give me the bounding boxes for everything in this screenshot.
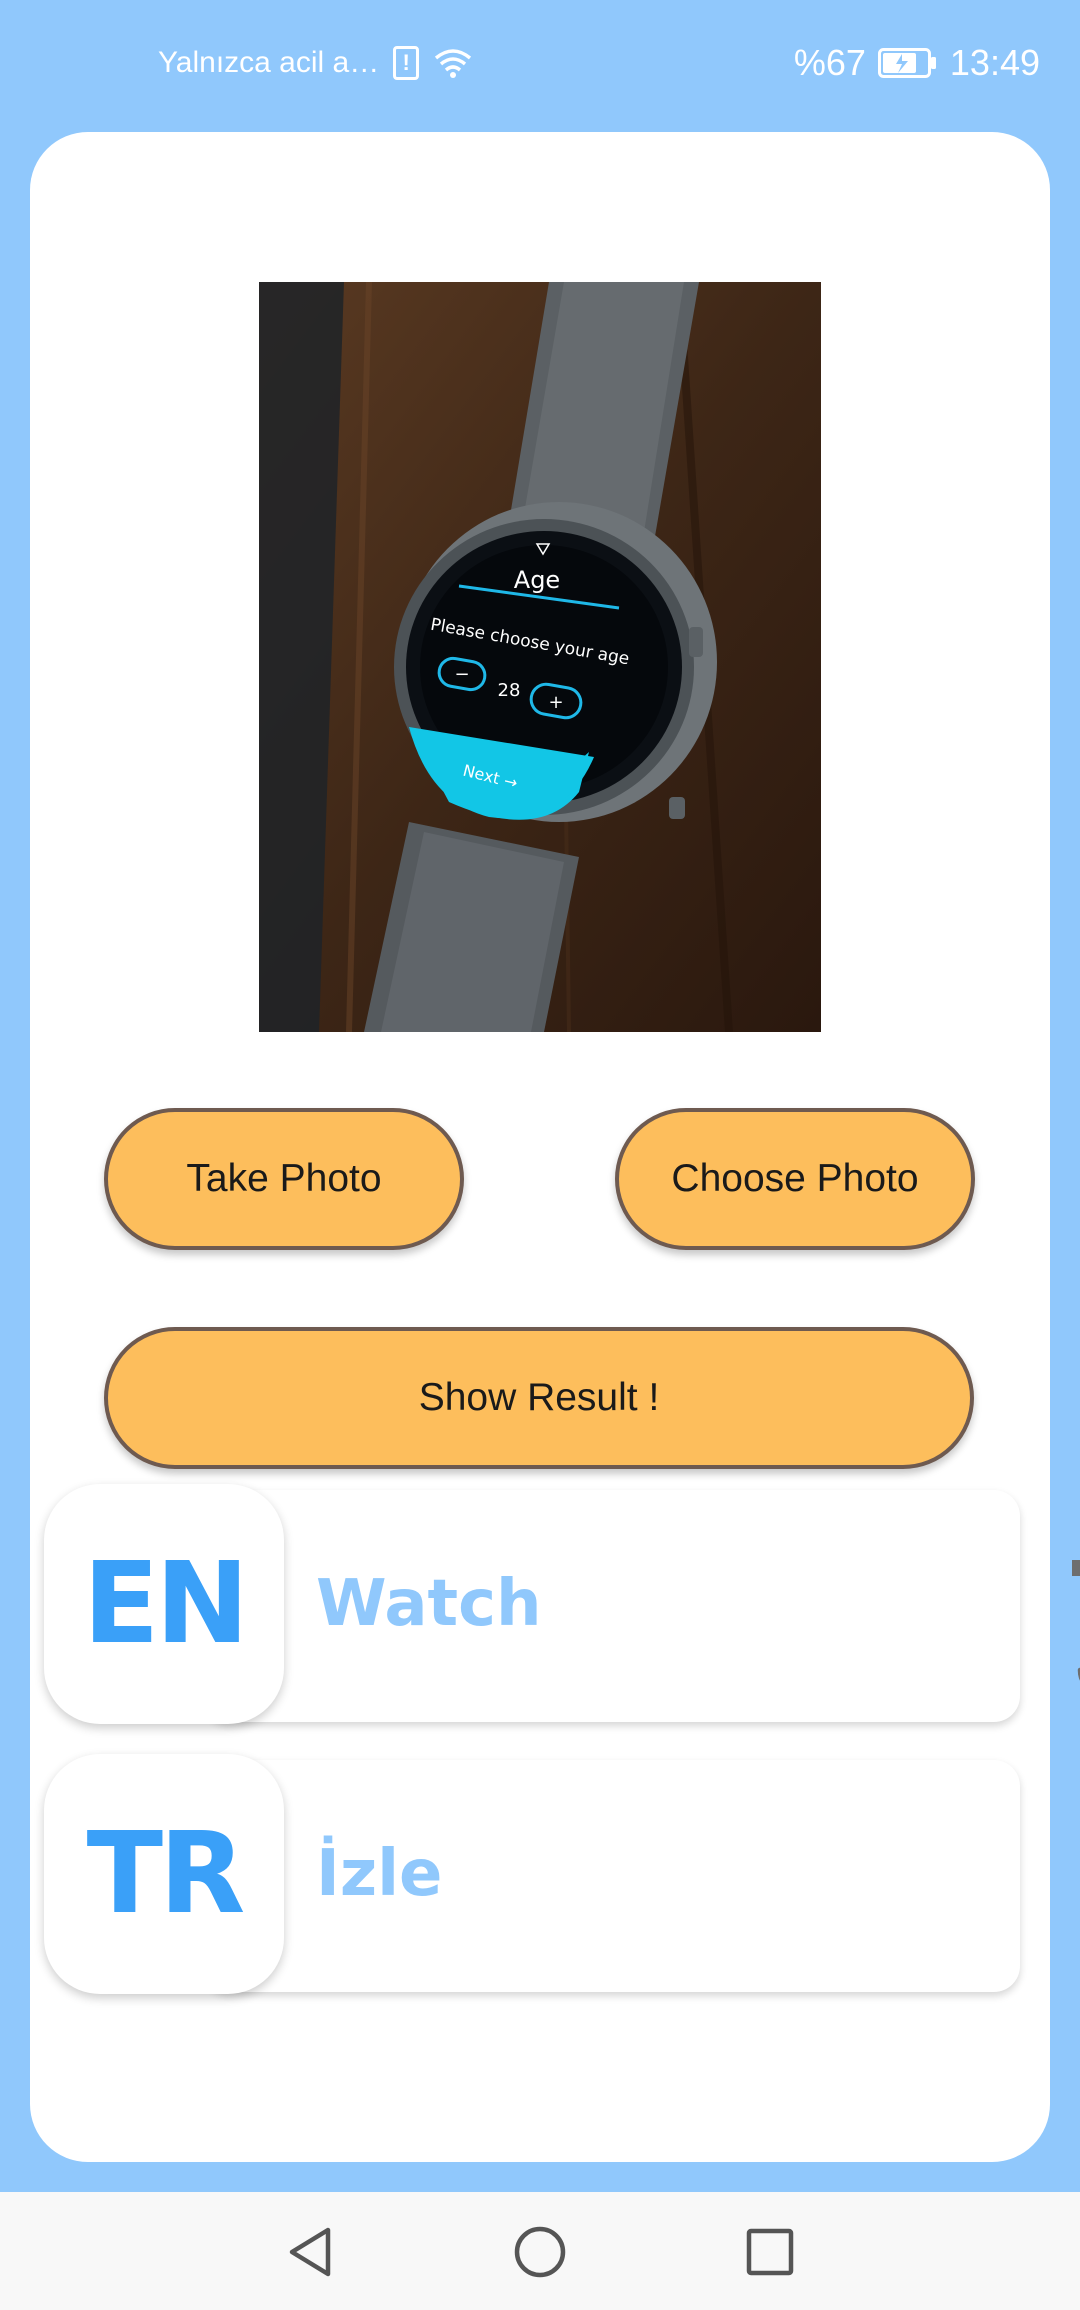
- english-badge: EN: [44, 1484, 284, 1724]
- turkish-badge: TR: [44, 1754, 284, 1994]
- status-left: Yalnızca acil a… !: [158, 40, 473, 86]
- recent-apps-icon[interactable]: [740, 2222, 800, 2282]
- english-result-row: EN Watch: [44, 1484, 1080, 1724]
- turkish-word: İzle: [316, 1837, 443, 1911]
- show-result-button[interactable]: Show Result !: [104, 1327, 974, 1469]
- main-card: Age Please choose your age − 28 + Next →…: [30, 132, 1080, 2162]
- clock-time: 13:49: [949, 42, 1040, 83]
- carrier-text: Yalnızca acil a…: [158, 46, 380, 79]
- sim-alert-glyph: !: [402, 50, 410, 75]
- speaker-icon[interactable]: [1066, 1538, 1080, 1598]
- sim-alert-icon: !: [393, 46, 420, 80]
- home-icon[interactable]: [510, 2222, 570, 2282]
- navigation-bar: [0, 2192, 1080, 2310]
- watch-photo-image: Age Please choose your age − 28 + Next →: [259, 282, 821, 1032]
- choose-photo-button[interactable]: Choose Photo: [615, 1108, 975, 1250]
- back-icon[interactable]: [280, 2222, 340, 2282]
- battery-percent: %67: [793, 42, 866, 83]
- microphone-icon[interactable]: [1072, 1640, 1080, 1704]
- watch-screen-title: Age: [514, 566, 560, 594]
- english-word: Watch: [316, 1567, 542, 1641]
- watch-plus-label: +: [548, 692, 563, 713]
- wifi-icon: [433, 46, 473, 80]
- take-photo-button[interactable]: Take Photo: [104, 1108, 464, 1250]
- watch-age-value: 28: [498, 680, 521, 701]
- status-right: %67 13:49: [794, 36, 1040, 90]
- turkish-result-row: TR İzle: [44, 1754, 1020, 1994]
- watch-minus-label: −: [454, 664, 469, 685]
- status-bar: Yalnızca acil a… ! %67 13:49: [0, 0, 1080, 125]
- selected-photo: Age Please choose your age − 28 + Next →: [259, 282, 821, 1032]
- battery-icon: [877, 48, 938, 78]
